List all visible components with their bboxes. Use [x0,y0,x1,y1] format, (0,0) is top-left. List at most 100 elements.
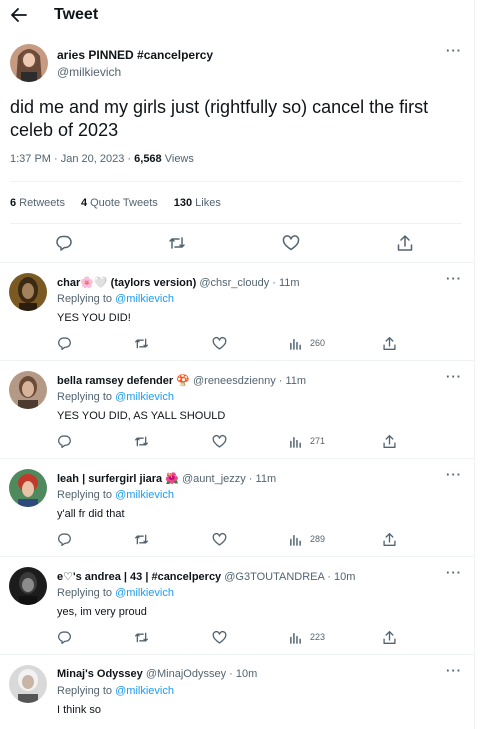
avatar[interactable] [9,567,47,605]
reply-tweet[interactable]: leah | surfergirl jiara 🌺 @aunt_jezzy · … [0,458,474,555]
like-icon[interactable] [212,335,227,351]
reply-tweet[interactable]: char🌸🤍 (taylors version) @chsr_cloudy · … [0,262,474,359]
like-icon[interactable] [282,234,302,254]
share-icon[interactable] [382,531,397,547]
views-label: Views [164,153,194,165]
share-icon[interactable] [396,234,416,254]
avatar[interactable] [10,44,48,82]
reply-header: bella ramsey defender 🍄 @reneesdzienny ·… [57,374,306,387]
views-button[interactable]: 289 [289,531,325,547]
back-button[interactable] [8,4,30,26]
reply-actions: 289 [0,531,474,547]
replying-to-label: Replying to [57,587,113,599]
avatar[interactable] [9,371,47,409]
replying-to: Replying to @milkievich [57,391,174,403]
share-icon[interactable] [382,629,397,645]
reply-author-name[interactable]: e♡'s andrea | 43 | #cancelpercy [57,571,221,583]
author-name[interactable]: aries PINNED #cancelpercy [57,48,213,62]
reply-author-handle[interactable]: @G3TOUTANDREA · 10m [224,571,355,583]
replying-to-link[interactable]: @milkievich [115,685,174,697]
more-options-icon[interactable]: ··· [446,566,462,583]
more-options-icon[interactable]: ··· [446,370,462,387]
retweets-stat[interactable]: 6 Retweets [10,197,65,209]
replying-to-label: Replying to [57,685,113,697]
views-button[interactable]: 223 [289,629,325,645]
reply-tweet[interactable]: e♡'s andrea | 43 | #cancelpercy @G3TOUTA… [0,556,474,653]
reply-icon[interactable] [57,531,72,547]
reply-text: y'all fr did that [57,508,125,520]
retweet-icon[interactable] [134,531,149,547]
views-count: 223 [310,632,326,642]
reply-author-name[interactable]: bella ramsey defender 🍄 [57,375,190,387]
reply-icon[interactable] [57,433,72,449]
reply-author-handle[interactable]: @reneesdzienny · 11m [193,375,306,387]
avatar[interactable] [9,665,47,703]
reply-tweet[interactable]: Minaj's Odyssey @MinajOdyssey · 10m ··· … [0,654,474,729]
likes-label: Likes [195,197,221,209]
retweet-icon[interactable] [134,433,149,449]
divider [10,181,462,182]
share-icon[interactable] [382,433,397,449]
scrollbar-track[interactable] [474,0,482,729]
views-count: 289 [310,534,326,544]
replying-to: Replying to @milkievich [57,293,174,305]
reply-author-name[interactable]: char🌸🤍 (taylors version) [57,277,196,289]
more-options-icon[interactable]: ··· [446,272,462,289]
reply-text: yes, im very proud [57,606,147,618]
replying-to-link[interactable]: @milkievich [115,587,174,599]
author-handle[interactable]: @milkievich [57,65,121,79]
replying-to: Replying to @milkievich [57,489,174,501]
more-options-icon[interactable]: ··· [446,44,462,61]
more-options-icon[interactable]: ··· [446,468,462,485]
more-options-icon[interactable]: ··· [446,664,462,681]
reply-text: YES YOU DID, AS YALL SHOULD [57,410,226,422]
reply-author-handle[interactable]: @MinajOdyssey · 10m [146,668,257,680]
quote-tweets-stat[interactable]: 4 Quote Tweets [81,197,158,209]
top-bar: Tweet [0,0,474,32]
replying-to-link[interactable]: @milkievich [115,391,174,403]
avatar[interactable] [9,469,47,507]
views-button[interactable]: 260 [289,335,325,351]
analytics-icon [289,435,302,448]
replying-to-link[interactable]: @milkievich [115,293,174,305]
arrow-left-icon [11,8,27,22]
retweet-icon[interactable] [134,335,149,351]
retweets-label: Retweets [19,197,65,209]
share-icon[interactable] [382,335,397,351]
like-icon[interactable] [212,629,227,645]
reply-header: e♡'s andrea | 43 | #cancelpercy @G3TOUTA… [57,570,355,583]
views-count: 260 [310,338,326,348]
like-icon[interactable] [212,433,227,449]
tweet-actions [0,232,474,256]
replying-to: Replying to @milkievich [57,587,174,599]
reply-tweet[interactable]: bella ramsey defender 🍄 @reneesdzienny ·… [0,360,474,457]
avatar[interactable] [9,273,47,311]
reply-author-name[interactable]: leah | surfergirl jiara 🌺 [57,473,179,485]
reply-icon[interactable] [57,629,72,645]
retweet-icon[interactable] [168,234,188,254]
replying-to-label: Replying to [57,293,113,305]
reply-author-handle[interactable]: @aunt_jezzy · 11m [182,473,276,485]
replying-to: Replying to @milkievich [57,685,174,697]
reply-icon[interactable] [55,234,75,254]
quotes-count: 4 [80,197,88,209]
reply-actions: 260 [0,335,474,351]
retweet-icon[interactable] [134,629,149,645]
reply-author-handle[interactable]: @chsr_cloudy · 11m [199,277,299,289]
reply-author-name[interactable]: Minaj's Odyssey [57,668,143,680]
analytics-icon [289,631,302,644]
tweet-stats: 6 Retweets 4 Quote Tweets 130 Likes [10,197,221,209]
like-icon[interactable] [212,531,227,547]
reply-icon[interactable] [57,335,72,351]
replying-to-link[interactable]: @milkievich [115,489,174,501]
views-button[interactable]: 271 [289,433,325,449]
reply-actions: 223 [0,629,474,645]
views-count: 6,568 [134,153,162,165]
reply-header: leah | surfergirl jiara 🌺 @aunt_jezzy · … [57,472,276,485]
reply-header: char🌸🤍 (taylors version) @chsr_cloudy · … [57,276,300,289]
tweet-timestamp[interactable]: 1:37 PM · Jan 20, 2023 · [10,153,134,165]
likes-stat[interactable]: 130 Likes [174,197,221,209]
page-title: Tweet [54,6,99,23]
quotes-label: Quote Tweets [90,197,158,209]
tweet-meta: 1:37 PM · Jan 20, 2023 · 6,568 Views [10,153,194,165]
